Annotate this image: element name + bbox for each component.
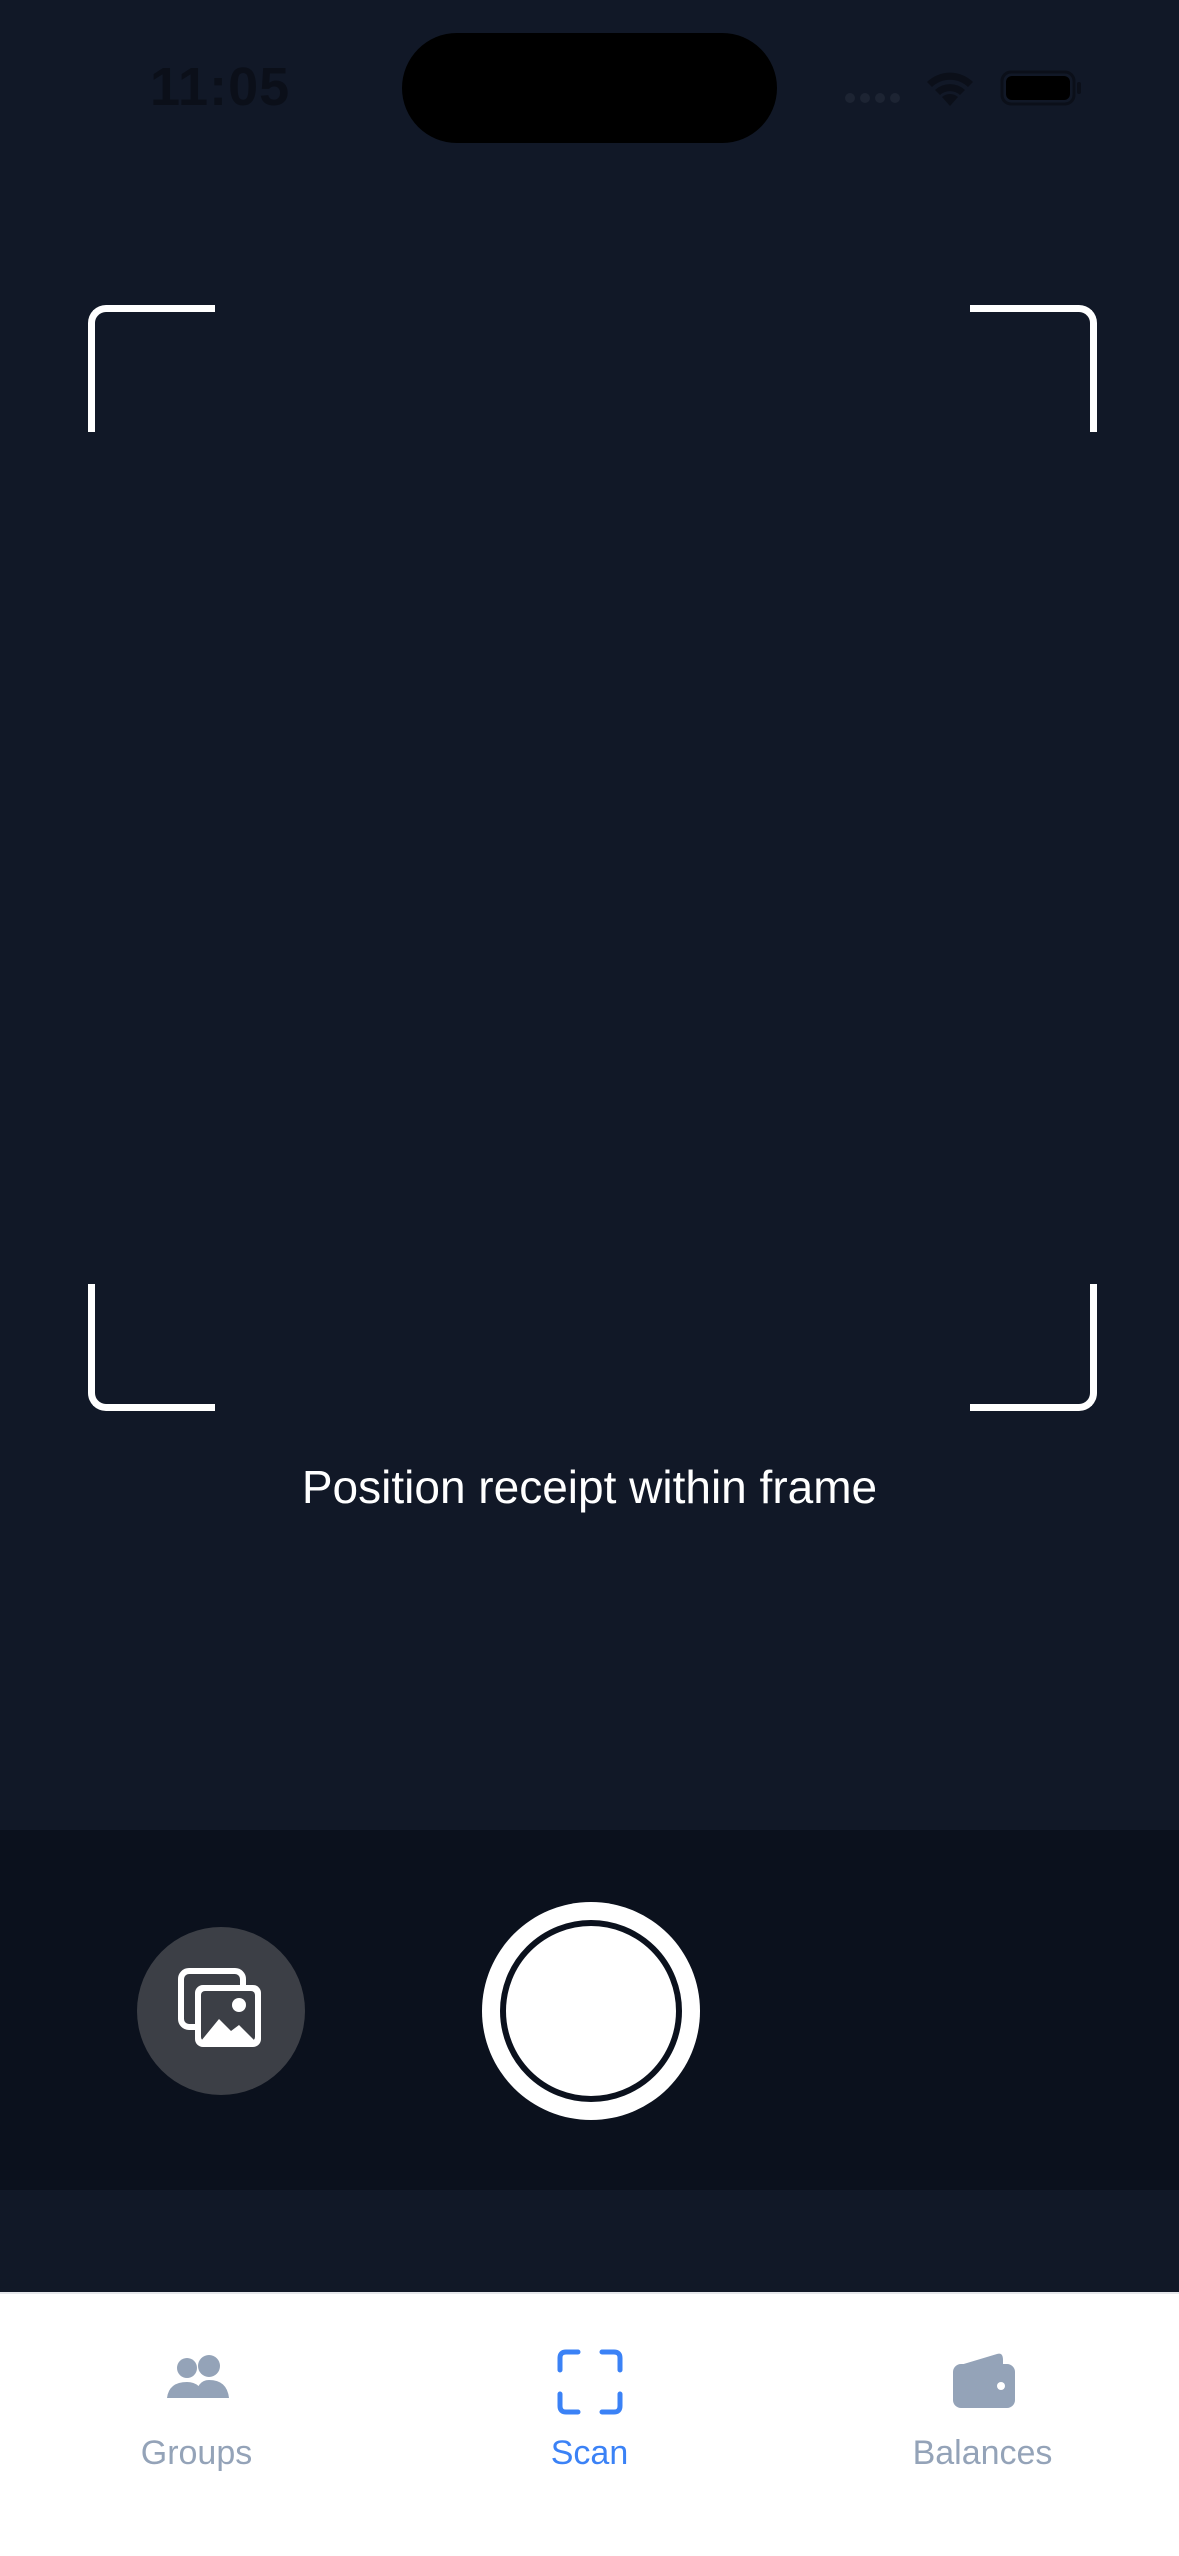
cellular-signal-icon: [845, 90, 905, 103]
scan-frame-corner-bottom-right: [970, 1284, 1097, 1411]
camera-controls: [0, 1830, 1179, 2190]
scan-frame-corner-bottom-left: [88, 1284, 215, 1411]
tab-groups-label: Groups: [140, 2434, 253, 2472]
scan-frame-corner-top-right: [970, 305, 1097, 432]
status-bar: 11:05: [0, 0, 1179, 180]
shutter-inner-ring: [500, 1920, 682, 2102]
tab-scan-label: Scan: [550, 2434, 629, 2472]
photo-gallery-icon: [178, 1968, 261, 2047]
dynamic-island: [402, 33, 777, 143]
scan-hint: Position receipt within frame: [301, 1461, 878, 1513]
status-time: 11:05: [150, 57, 291, 117]
battery-icon: [1000, 70, 1081, 106]
tab-groups[interactable]: Groups: [0, 2294, 393, 2494]
shutter-button[interactable]: [482, 1902, 700, 2120]
tab-bar: Groups Scan Balances: [0, 2292, 1179, 2556]
wifi-icon: [927, 72, 973, 106]
people-icon: [166, 2355, 229, 2398]
scan-frame-corner-top-left: [88, 305, 215, 432]
tab-scan[interactable]: Scan: [393, 2294, 786, 2494]
wallet-icon: [952, 2353, 1015, 2408]
scan-screen: 11:05 Position receipt within frame Grou…: [0, 0, 1179, 2556]
tab-balances[interactable]: Balances: [786, 2294, 1179, 2494]
scan-icon: [557, 2349, 622, 2415]
tab-balances-label: Balances: [912, 2434, 1053, 2472]
photo-library-button[interactable]: [137, 1927, 305, 2095]
